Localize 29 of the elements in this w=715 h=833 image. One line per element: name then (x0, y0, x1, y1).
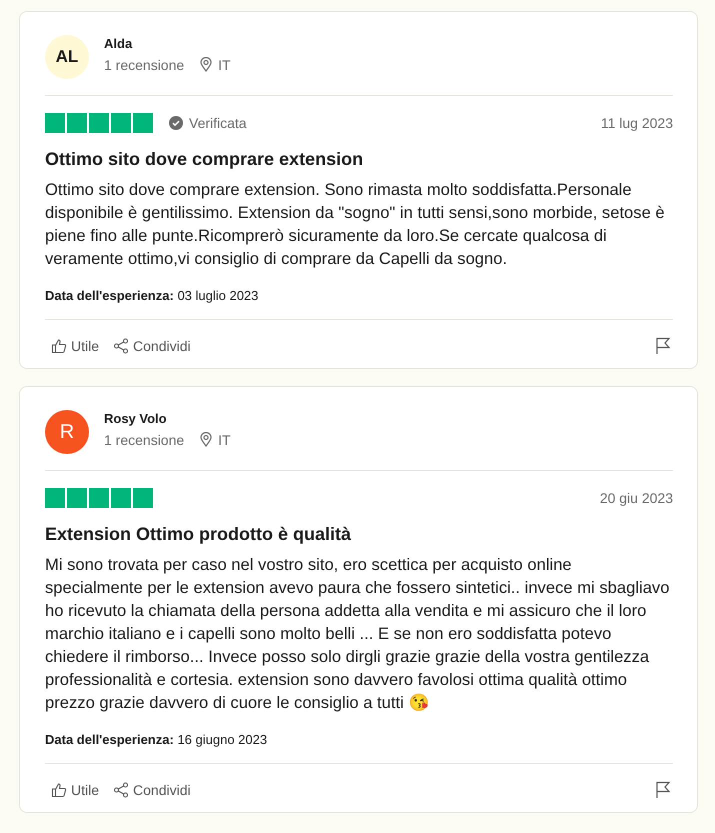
country-code: IT (218, 432, 231, 448)
review-count: 1 recensione (104, 432, 184, 448)
review-text: Ottimo sito dove comprare extension. Sono rimasta molto soddisfatta.Personale disponibile è gentilissimo. Extension da "sogno" in tutti sensi,sono morbide, setose è piene fino alle punte.Ricomprerò sicuramente da loro.Se cercate qualcosa di veramente ottimo,vi consiglio di comprare da Capelli da sogno. (45, 179, 666, 270)
flag-icon[interactable] (655, 337, 671, 355)
review-title[interactable]: Extension Ottimo prodotto è qualità (45, 524, 673, 545)
reviewer-name[interactable]: Alda (104, 36, 231, 50)
experience-date: Data dell'esperienza: 03 luglio 2023 (45, 288, 260, 303)
flag-icon[interactable] (655, 781, 671, 799)
thumbs-up-icon (51, 782, 67, 798)
review-title[interactable]: Ottimo sito dove comprare extension (45, 149, 673, 170)
share-button[interactable]: Condividi (113, 334, 191, 358)
review-count: 1 recensione (104, 56, 184, 72)
location-pin-icon (200, 432, 212, 447)
country-code: IT (218, 56, 231, 72)
location-pin-icon (200, 57, 212, 72)
verified-label: Verificata (189, 115, 247, 131)
review-date: 11 lug 2023 (600, 115, 673, 131)
thumbs-up-icon (51, 338, 67, 354)
review-text: Mi sono trovata per caso nel vostro sito, ero scettica per acquisto online specialmente per le extension avevo paura che fossero sintetici.. invece mi sbagliavo ho ricevuto la chiamata della persona addetta alla vendita e mi assicuro che il loro marchio italiano e i capelli sono molto belli ... E se non ero soddisfatta potevo chiedere il rimborso... Invece posso solo dirgli grazie grazie della vostra gentilezza professionalità e cortesia. extension sono davvero favolosi ottima qualità ottimo prezzo grazie davvero di cuore le consiglio a tutti 😘 (45, 554, 670, 714)
share-icon (113, 338, 130, 354)
useful-button[interactable]: Utile (51, 778, 100, 802)
avatar: AL (45, 35, 89, 79)
experience-date: Data dell'esperienza: 16 giugno 2023 (45, 732, 268, 747)
reviewer-name[interactable]: Rosy Volo (104, 410, 231, 426)
share-icon (113, 782, 130, 798)
useful-button[interactable]: Utile (51, 334, 100, 358)
share-button[interactable]: Condividi (113, 778, 191, 802)
review-date: 20 giu 2023 (600, 490, 673, 506)
avatar: R (45, 410, 89, 454)
